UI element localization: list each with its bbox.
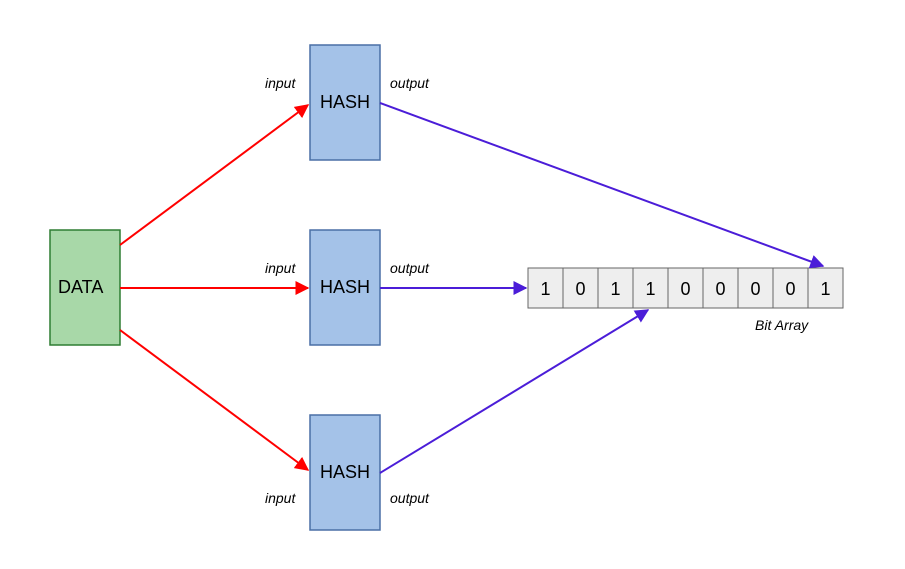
bit-cell-3: 1	[645, 279, 655, 299]
output-label-3: output	[390, 490, 430, 506]
bit-cell-0: 1	[540, 279, 550, 299]
output-label-1: output	[390, 75, 430, 91]
arrow-output-1	[380, 103, 823, 266]
data-label: DATA	[58, 277, 103, 297]
input-label-2: input	[265, 260, 296, 276]
arrow-input-1	[120, 105, 308, 245]
bit-array: 1 0 1 1 0 0 0 0 1	[528, 268, 843, 308]
hash-label-3: HASH	[320, 462, 370, 482]
data-box: DATA	[50, 230, 120, 345]
bit-array-label: Bit Array	[755, 317, 809, 333]
bit-cell-1: 0	[575, 279, 585, 299]
bit-cell-7: 0	[785, 279, 795, 299]
hash-box-1: HASH	[310, 45, 380, 160]
hash-label-1: HASH	[320, 92, 370, 112]
bit-cell-6: 0	[750, 279, 760, 299]
input-label-3: input	[265, 490, 296, 506]
bit-cell-8: 1	[820, 279, 830, 299]
hash-label-2: HASH	[320, 277, 370, 297]
arrow-output-3	[380, 310, 648, 473]
hash-box-2: HASH	[310, 230, 380, 345]
bit-cell-5: 0	[715, 279, 725, 299]
hash-box-3: HASH	[310, 415, 380, 530]
bit-cell-4: 0	[680, 279, 690, 299]
bit-cell-2: 1	[610, 279, 620, 299]
output-label-2: output	[390, 260, 430, 276]
input-label-1: input	[265, 75, 296, 91]
bloom-filter-diagram: DATA HASH HASH HASH input input input 1 …	[0, 0, 905, 569]
arrow-input-3	[120, 330, 308, 470]
